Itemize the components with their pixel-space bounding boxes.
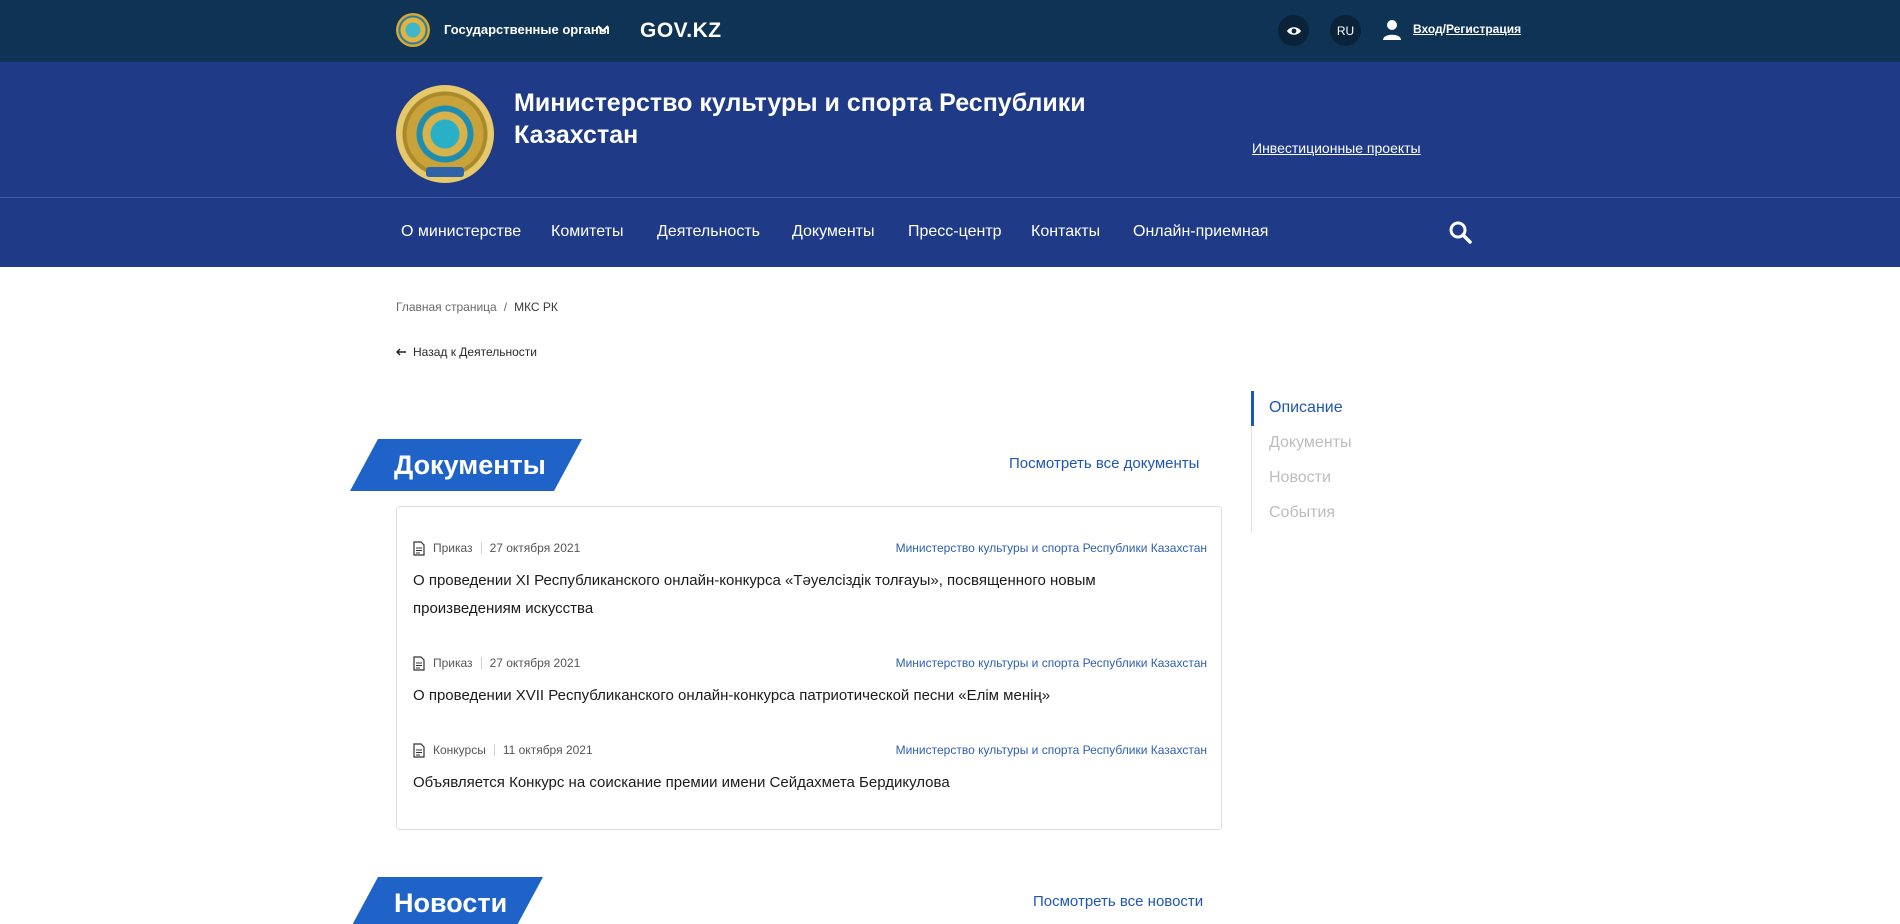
user-icon[interactable] xyxy=(1382,19,1402,41)
news-section-title: Новости xyxy=(394,888,508,918)
top-bar: Государственные органы GOV.KZ RU Вход/Ре… xyxy=(0,0,1900,62)
ministry-emblem-icon[interactable] xyxy=(396,85,494,183)
anchor-description[interactable]: Описание xyxy=(1269,399,1343,417)
state-emblem-icon[interactable] xyxy=(396,13,430,47)
eye-icon xyxy=(1286,26,1301,35)
document-org-link[interactable]: Министерство культуры и спорта Республик… xyxy=(896,541,1207,555)
nav-item-press-center[interactable]: Пресс-центр xyxy=(908,223,1002,241)
govkz-logo[interactable]: GOV.KZ xyxy=(640,19,722,43)
breadcrumb-home[interactable]: Главная страница xyxy=(396,300,497,314)
active-indicator xyxy=(1251,391,1254,426)
language-button[interactable]: RU xyxy=(1330,15,1361,46)
chevron-down-icon[interactable] xyxy=(595,21,611,37)
breadcrumb-current: МКС РК xyxy=(514,300,558,314)
breadcrumb: Главная страница / МКС РК xyxy=(396,300,558,314)
meta-divider xyxy=(480,657,482,669)
document-icon xyxy=(413,540,425,556)
anchor-documents[interactable]: Документы xyxy=(1269,434,1351,452)
nav-item-online-reception[interactable]: Онлайн-приемная xyxy=(1133,223,1268,241)
document-item[interactable]: Приказ 27 октября 2021 Министерство куль… xyxy=(413,654,1207,710)
see-all-news-link[interactable]: Посмотреть все новости xyxy=(1033,893,1203,910)
document-date: 27 октября 2021 xyxy=(489,541,581,555)
document-date: 11 октября 2021 xyxy=(502,743,593,757)
ministry-header: Министерство культуры и спорта Республик… xyxy=(0,62,1900,198)
see-all-documents-link[interactable]: Посмотреть все документы xyxy=(1009,455,1199,472)
meta-divider xyxy=(493,744,495,756)
news-section-tag: Новости xyxy=(350,877,543,924)
nav-item-documents[interactable]: Документы xyxy=(792,223,874,241)
document-org-link[interactable]: Министерство культуры и спорта Республик… xyxy=(896,656,1207,670)
gov-organs-dropdown[interactable]: Государственные органы xyxy=(444,22,610,37)
search-icon[interactable] xyxy=(1448,220,1472,244)
nav-item-about[interactable]: О министерстве xyxy=(401,223,521,241)
document-date: 27 октября 2021 xyxy=(489,656,581,670)
document-item[interactable]: Конкурсы 11 октября 2021 Министерство ку… xyxy=(413,741,1207,797)
document-type: Приказ xyxy=(433,656,473,670)
back-link[interactable]: Назад к Деятельности xyxy=(396,345,537,359)
documents-section-tag: Документы xyxy=(350,439,582,491)
document-icon xyxy=(413,742,425,758)
anchor-events[interactable]: События xyxy=(1269,504,1335,522)
accessibility-button[interactable] xyxy=(1278,15,1309,46)
document-icon xyxy=(413,655,425,671)
document-meta: Конкурсы 11 октября 2021 Министерство ку… xyxy=(413,741,1207,759)
document-org-link[interactable]: Министерство культуры и спорта Республик… xyxy=(896,743,1207,757)
meta-divider xyxy=(480,542,482,554)
back-link-label: Назад к Деятельности xyxy=(413,345,537,359)
main-nav: О министерстве Комитеты Деятельность Док… xyxy=(0,198,1900,267)
document-title[interactable]: О проведении XI Республиканского онлайн-… xyxy=(413,567,1207,623)
document-type: Конкурсы xyxy=(433,743,486,757)
documents-card: Приказ 27 октября 2021 Министерство куль… xyxy=(396,506,1222,830)
document-meta: Приказ 27 октября 2021 Министерство куль… xyxy=(413,539,1207,557)
login-link[interactable]: Вход xyxy=(1413,22,1443,36)
nav-item-committees[interactable]: Комитеты xyxy=(551,223,624,241)
register-link[interactable]: Регистрация xyxy=(1446,22,1521,36)
document-type: Приказ xyxy=(433,541,473,555)
nav-item-contacts[interactable]: Контакты xyxy=(1031,223,1100,241)
nav-item-activity[interactable]: Деятельность xyxy=(657,223,760,241)
anchor-news[interactable]: Новости xyxy=(1269,469,1331,487)
auth-links: Вход/Регистрация xyxy=(1413,22,1521,36)
breadcrumb-separator: / xyxy=(503,300,508,314)
arrow-left-icon xyxy=(396,348,406,356)
document-meta: Приказ 27 октября 2021 Министерство куль… xyxy=(413,654,1207,672)
document-item[interactable]: Приказ 27 октября 2021 Министерство куль… xyxy=(413,539,1207,623)
ministry-title[interactable]: Министерство культуры и спорта Республик… xyxy=(514,87,1114,151)
investment-projects-link[interactable]: Инвестиционные проекты xyxy=(1252,140,1421,156)
document-title[interactable]: О проведении XVII Республиканского онлай… xyxy=(413,682,1207,710)
documents-section-title: Документы xyxy=(394,450,546,480)
document-title[interactable]: Объявляется Конкурс на соискание премии … xyxy=(413,769,1207,797)
section-anchor-menu: Описание Документы Новости События xyxy=(1251,391,1451,533)
